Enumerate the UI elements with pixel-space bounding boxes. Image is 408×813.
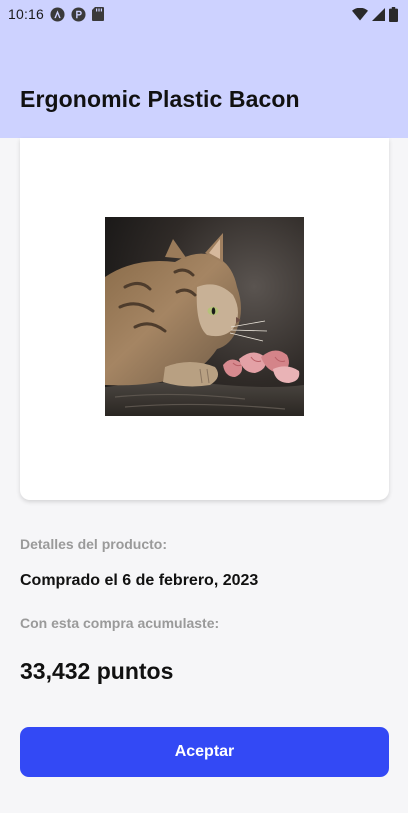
product-image	[105, 217, 304, 416]
points-value: 33,432 puntos	[20, 658, 174, 684]
wifi-icon	[352, 7, 368, 21]
status-bar-left: 10:16	[8, 6, 105, 22]
accept-button[interactable]: Aceptar	[20, 727, 389, 777]
cell-signal-icon	[372, 7, 385, 21]
app-header: 10:16 Ergonomic Plastic Bacon	[0, 0, 408, 138]
battery-icon	[389, 6, 398, 22]
status-bar-right	[352, 6, 398, 22]
p-circle-icon	[71, 6, 86, 22]
page-title: Ergonomic Plastic Bacon	[20, 86, 300, 112]
product-details-label: Detalles del producto:	[20, 536, 168, 552]
a-circle-icon	[50, 6, 65, 22]
purchase-date: Comprado el 6 de febrero, 2023	[20, 572, 259, 589]
sd-card-icon	[92, 7, 105, 21]
product-image-card	[20, 138, 389, 500]
status-bar: 10:16	[0, 0, 408, 28]
points-earned-label: Con esta compra acumulaste:	[20, 615, 220, 631]
status-time: 10:16	[8, 6, 45, 22]
